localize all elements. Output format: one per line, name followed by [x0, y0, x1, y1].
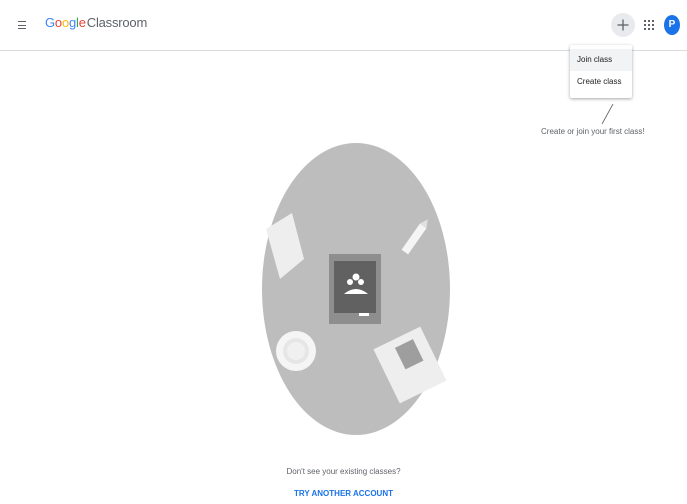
logo-letter: o	[61, 15, 69, 30]
google-apps-button[interactable]	[641, 17, 657, 33]
product-name: Classroom	[86, 15, 148, 30]
create-or-join-class-button[interactable]	[611, 13, 635, 37]
account-avatar[interactable]: P	[664, 15, 680, 35]
google-classroom-logo[interactable]: GoogleClassroom	[45, 15, 147, 30]
logo-letter: o	[54, 15, 62, 30]
join-class-menu-item[interactable]: Join class	[570, 49, 632, 71]
logo-letter: g	[68, 15, 77, 30]
empty-state-illustration	[262, 143, 450, 435]
logo-letter: G	[45, 15, 55, 30]
empty-state-message: Don't see your existing classes?	[286, 467, 401, 476]
logo-letter: e	[78, 15, 86, 30]
add-class-menu: Join class Create class	[570, 45, 632, 98]
menu-icon-bar	[18, 24, 26, 26]
top-app-bar: GoogleClassroom P	[0, 0, 687, 51]
hint-pointer-line	[601, 103, 614, 125]
menu-icon-bar	[18, 28, 26, 30]
main-menu-button[interactable]	[14, 15, 34, 35]
menu-icon	[18, 21, 26, 23]
apps-grid-icon	[644, 20, 654, 30]
create-class-menu-item[interactable]: Create class	[570, 71, 632, 93]
plus-icon	[617, 19, 629, 31]
try-another-account-button[interactable]: TRY ANOTHER ACCOUNT	[0, 489, 687, 498]
hint-text: Create or join your first class!	[541, 127, 645, 136]
